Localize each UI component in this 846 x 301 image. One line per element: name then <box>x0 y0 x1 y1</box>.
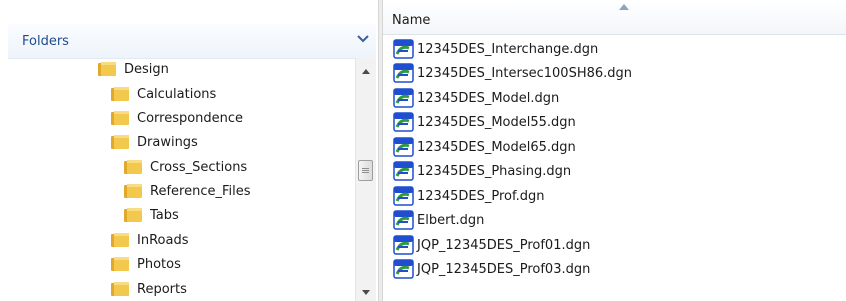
file-row[interactable]: 12345DES_Prof.dgn <box>393 185 544 207</box>
column-header-label: Name <box>392 13 431 28</box>
tree-item-label: Drawings <box>137 134 198 150</box>
folder-icon <box>124 207 142 222</box>
chevron-down-icon[interactable] <box>356 32 370 46</box>
tree-item-label: InRoads <box>137 232 189 248</box>
tree-item-label: Reference_Files <box>150 183 251 199</box>
tree-item-reports[interactable]: Reports <box>111 278 187 300</box>
file-row[interactable]: 12345DES_Interchange.dgn <box>393 38 598 60</box>
dgn-file-icon <box>393 112 414 132</box>
column-header-name[interactable]: Name <box>383 0 846 35</box>
file-name: JQP_12345DES_Prof01.dgn <box>417 237 591 253</box>
file-row[interactable]: JQP_12345DES_Prof03.dgn <box>393 258 590 280</box>
tree-item-design[interactable]: Design <box>98 58 169 80</box>
dgn-file-icon <box>393 137 414 157</box>
tree-item-label: Photos <box>137 256 181 272</box>
tree-item-drawings[interactable]: Drawings <box>111 131 198 153</box>
dgn-file-icon <box>393 235 414 255</box>
file-name: 12345DES_Model.dgn <box>417 90 560 106</box>
tree-item-label: Reports <box>137 281 187 297</box>
dgn-file-icon <box>393 63 414 83</box>
tree-item-label: Calculations <box>137 86 217 102</box>
dgn-file-icon <box>393 88 414 108</box>
folder-icon <box>111 134 129 149</box>
folders-pane: Folders Design Calculations Corresponden… <box>0 0 378 301</box>
file-row[interactable]: 12345DES_Phasing.dgn <box>393 160 571 182</box>
file-row[interactable]: 12345DES_Intersec100SH86.dgn <box>393 62 632 84</box>
tree-item-label: Cross_Sections <box>150 159 248 175</box>
file-name: JQP_12345DES_Prof03.dgn <box>417 261 591 277</box>
folders-scrollbar[interactable] <box>355 58 376 301</box>
file-name: 12345DES_Prof.dgn <box>417 188 545 204</box>
dgn-file-icon <box>393 259 414 279</box>
folder-icon <box>111 110 129 125</box>
thumb-grip <box>362 168 369 169</box>
thumb-grip <box>362 172 369 173</box>
dgn-file-icon <box>393 186 414 206</box>
sort-ascending-icon <box>619 4 629 10</box>
file-name: 12345DES_Intersec100SH86.dgn <box>417 65 633 81</box>
file-name: 12345DES_Interchange.dgn <box>417 41 599 57</box>
folder-icon <box>111 256 129 271</box>
tree-item-label: Correspondence <box>137 110 244 126</box>
folder-icon <box>111 232 129 247</box>
tree-item-label: Tabs <box>150 207 179 223</box>
file-row[interactable]: 12345DES_Model65.dgn <box>393 136 576 158</box>
folder-icon <box>111 281 129 296</box>
dgn-file-icon <box>393 161 414 181</box>
file-name: 12345DES_Model55.dgn <box>417 114 576 130</box>
folder-icon <box>124 159 142 174</box>
folders-header[interactable]: Folders <box>8 24 376 59</box>
folders-header-label: Folders <box>22 34 69 49</box>
file-name: 12345DES_Model65.dgn <box>417 139 576 155</box>
folder-icon <box>98 61 116 76</box>
scroll-down-arrow-icon[interactable] <box>356 283 376 301</box>
tree-item-tabs[interactable]: Tabs <box>124 204 179 226</box>
scroll-up-arrow-icon[interactable] <box>356 62 376 80</box>
tree-item-correspondence[interactable]: Correspondence <box>111 107 243 129</box>
dgn-file-icon <box>393 210 414 230</box>
file-row[interactable]: Elbert.dgn <box>393 209 484 231</box>
tree-item-label: Design <box>124 61 169 77</box>
file-row[interactable]: 12345DES_Model55.dgn <box>393 111 576 133</box>
scrollbar-thumb[interactable] <box>358 160 373 181</box>
tree-item-photos[interactable]: Photos <box>111 253 181 275</box>
file-row[interactable]: 12345DES_Model.dgn <box>393 87 559 109</box>
file-name: 12345DES_Phasing.dgn <box>417 163 572 179</box>
tree-item-reference-files[interactable]: Reference_Files <box>124 180 251 202</box>
tree-item-calculations[interactable]: Calculations <box>111 83 216 105</box>
files-pane: Name 12345DES_Interchange.dgn 12345DES_I… <box>383 0 846 301</box>
dgn-file-icon <box>393 39 414 59</box>
folder-icon <box>111 86 129 101</box>
folder-icon <box>124 183 142 198</box>
thumb-grip <box>362 170 369 171</box>
file-name: Elbert.dgn <box>417 212 485 228</box>
file-row[interactable]: JQP_12345DES_Prof01.dgn <box>393 234 590 256</box>
tree-item-cross-sections[interactable]: Cross_Sections <box>124 156 247 178</box>
tree-item-inroads[interactable]: InRoads <box>111 229 188 251</box>
